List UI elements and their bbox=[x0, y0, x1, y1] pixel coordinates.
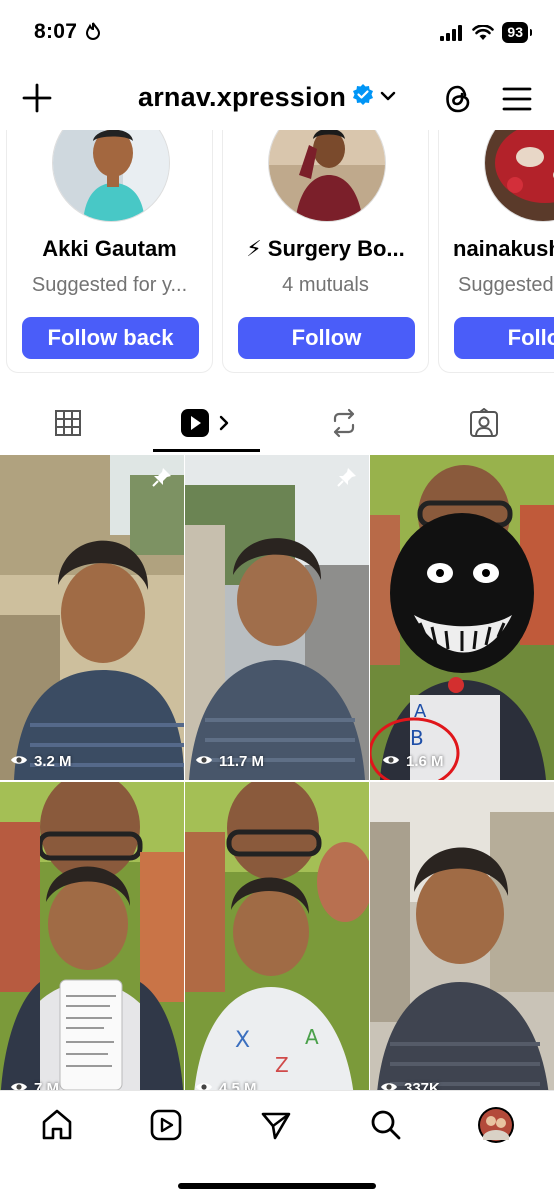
reel-thumbnail[interactable]: 7 M bbox=[0, 782, 184, 1090]
view-count: 337K bbox=[380, 1080, 440, 1090]
reposts-icon bbox=[329, 408, 359, 443]
send-icon[interactable] bbox=[256, 1105, 296, 1145]
signal-icon bbox=[440, 24, 463, 41]
profile-username: arnav.xpression bbox=[138, 82, 347, 112]
verified-badge-icon bbox=[352, 84, 374, 111]
reels-icon bbox=[179, 407, 235, 444]
plus-icon[interactable] bbox=[20, 81, 54, 115]
view-count: 11.7 M bbox=[195, 753, 264, 770]
status-indicators: 93 bbox=[440, 22, 532, 43]
flame-icon bbox=[85, 22, 101, 45]
tab-posts-grid[interactable] bbox=[20, 398, 116, 452]
chevron-down-icon bbox=[380, 89, 396, 107]
menu-icon[interactable] bbox=[499, 81, 535, 117]
reels-grid: 3.2 M 11.7 M AB 1.6 M 7 M X ZA 4.5 M 337K bbox=[0, 455, 554, 1090]
eye-icon bbox=[382, 753, 400, 770]
grid-icon bbox=[54, 409, 82, 442]
suggested-accounts: Akki Gautam Suggested for y... Follow ba… bbox=[0, 130, 554, 375]
suggestion-subtitle: Suggested for y... bbox=[31, 274, 188, 296]
view-count: 7 M bbox=[10, 1080, 59, 1090]
tab-tagged[interactable] bbox=[436, 398, 532, 452]
pinned-icon bbox=[152, 467, 172, 492]
view-count: 1.6 M bbox=[382, 753, 444, 770]
tab-reels[interactable] bbox=[153, 398, 260, 452]
view-count: 3.2 M bbox=[10, 753, 72, 770]
tagged-icon bbox=[469, 407, 499, 443]
tab-reposts[interactable] bbox=[296, 398, 392, 452]
svg-text:X: X bbox=[235, 1028, 250, 1053]
reels-nav-icon[interactable] bbox=[146, 1105, 186, 1145]
suggestion-card[interactable]: nainakush Suggested Follow bbox=[438, 130, 554, 373]
pinned-icon bbox=[337, 467, 357, 492]
svg-text:A: A bbox=[305, 1025, 319, 1049]
follow-button[interactable]: Follow bbox=[454, 317, 554, 359]
reel-thumbnail[interactable]: X ZA 4.5 M bbox=[185, 782, 369, 1090]
avatar[interactable] bbox=[52, 130, 170, 222]
active-tab-indicator bbox=[153, 449, 260, 452]
svg-text:Z: Z bbox=[275, 1053, 289, 1077]
suggestion-card[interactable]: Akki Gautam Suggested for y... Follow ba… bbox=[6, 130, 213, 373]
threads-icon[interactable] bbox=[440, 81, 476, 117]
status-time: 8:07 bbox=[34, 20, 78, 43]
eye-icon bbox=[380, 1080, 398, 1090]
bottom-navigation bbox=[0, 1090, 554, 1200]
follow-back-button[interactable]: Follow back bbox=[22, 317, 199, 359]
suggestion-subtitle: Suggested bbox=[458, 274, 554, 296]
view-count: 4.5 M bbox=[195, 1080, 257, 1090]
search-icon[interactable] bbox=[366, 1105, 406, 1145]
eye-icon bbox=[195, 753, 213, 770]
red-circle-annotation bbox=[370, 717, 460, 780]
suggestion-subtitle: 4 mutuals bbox=[282, 274, 369, 296]
wifi-icon bbox=[472, 24, 495, 40]
eye-icon bbox=[10, 1080, 28, 1090]
reel-thumbnail[interactable]: 337K bbox=[370, 782, 554, 1090]
battery-indicator: 93 bbox=[502, 22, 532, 43]
follow-button[interactable]: Follow bbox=[238, 317, 415, 359]
home-indicator bbox=[178, 1183, 376, 1189]
reel-thumbnail[interactable]: AB 1.6 M bbox=[370, 455, 554, 780]
suggestion-name: Akki Gautam bbox=[42, 236, 177, 261]
account-switcher[interactable]: arnav.xpression bbox=[138, 82, 396, 113]
suggestion-name: nainakush bbox=[453, 236, 554, 261]
suggestion-name: ⚡ Surgery Bo... bbox=[246, 236, 405, 261]
profile-tabs bbox=[0, 398, 554, 454]
avatar[interactable] bbox=[268, 130, 386, 222]
eye-icon bbox=[195, 1080, 213, 1090]
profile-avatar-icon[interactable] bbox=[476, 1105, 516, 1145]
status-bar: 8:07 93 bbox=[0, 0, 554, 64]
eye-icon bbox=[10, 753, 28, 770]
home-icon[interactable] bbox=[37, 1105, 77, 1145]
profile-header: arnav.xpression bbox=[0, 64, 554, 132]
reel-thumbnail[interactable]: 3.2 M bbox=[0, 455, 184, 780]
avatar[interactable] bbox=[484, 130, 554, 222]
reel-thumbnail[interactable]: 11.7 M bbox=[185, 455, 369, 780]
suggestion-card[interactable]: ⚡ Surgery Bo... 4 mutuals Follow bbox=[222, 130, 429, 373]
